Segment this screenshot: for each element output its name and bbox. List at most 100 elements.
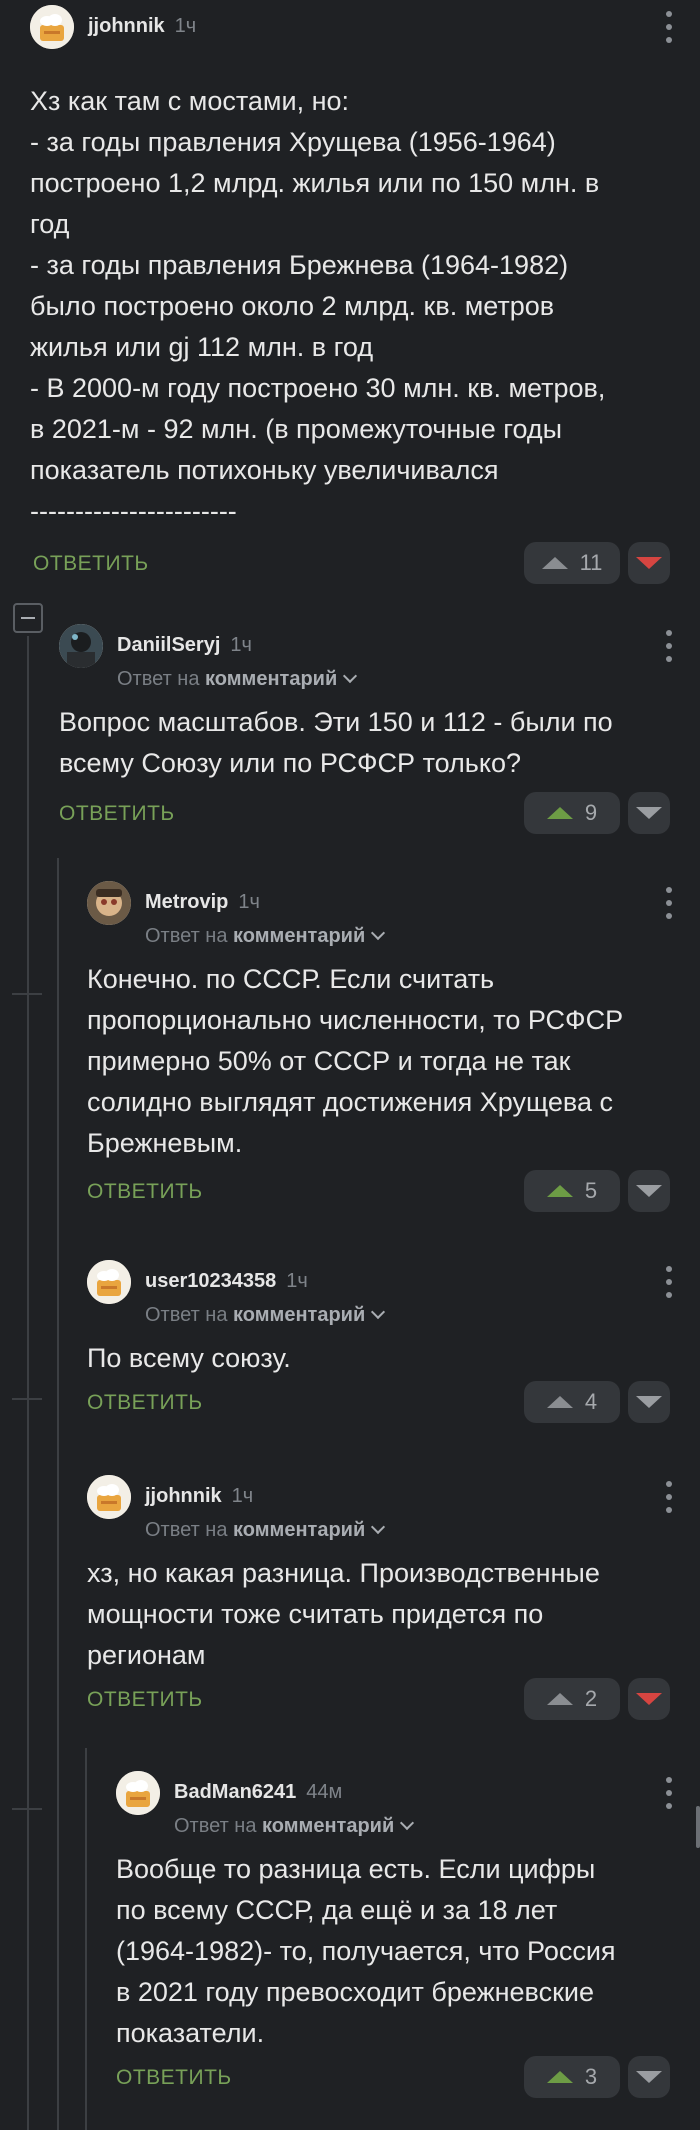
score: 3 xyxy=(584,2064,598,2089)
downvote-button[interactable] xyxy=(628,1678,670,1720)
reply-button[interactable]: ОТВЕТИТЬ xyxy=(87,1688,203,1712)
comment-actions: ОТВЕТИТЬ 2 xyxy=(87,1678,700,1722)
chevron-down-icon xyxy=(371,1519,386,1535)
reply-button[interactable]: ОТВЕТИТЬ xyxy=(87,1180,203,1204)
downvote-button[interactable] xyxy=(628,1170,670,1212)
username[interactable]: BadMan6241 44м xyxy=(174,1781,342,1804)
comment-text: Конечно. по СССР. Если считать пропорцио… xyxy=(87,964,624,1158)
comment-time: 1ч xyxy=(174,15,197,37)
upvote-button[interactable]: 11 xyxy=(524,542,620,584)
score: 11 xyxy=(579,550,603,575)
upvote-button[interactable]: 4 xyxy=(524,1381,620,1423)
username[interactable]: jjohnnik 1ч xyxy=(145,1485,253,1508)
comment-text: По всему союзу. xyxy=(87,1343,291,1373)
avatar[interactable] xyxy=(87,881,131,925)
avatar[interactable] xyxy=(87,1475,131,1519)
thread-line xyxy=(27,636,29,2130)
upvote-button[interactable]: 3 xyxy=(524,2056,620,2098)
downvote-icon xyxy=(636,807,662,819)
vote-controls: 4 xyxy=(524,1381,670,1425)
comment-text: хз, но какая разница. Производственные м… xyxy=(87,1558,600,1670)
comment-text: Вообще то разница есть. Если цифры по вс… xyxy=(116,1854,616,2048)
collapse-thread-button[interactable] xyxy=(13,603,43,633)
username[interactable]: user10234358 1ч xyxy=(145,1270,308,1293)
reply-to[interactable]: Ответ на комментарий xyxy=(145,1304,386,1327)
upvote-icon xyxy=(546,807,573,819)
comment-actions: ОТВЕТИТЬ 9 xyxy=(59,792,700,836)
upvote-button[interactable]: 2 xyxy=(524,1678,620,1720)
reply-to[interactable]: Ответ на комментарий xyxy=(145,925,386,948)
reply-button[interactable]: ОТВЕТИТЬ xyxy=(87,1391,203,1415)
comment-actions: ОТВЕТИТЬ 3 xyxy=(116,2056,700,2100)
more-options-icon[interactable] xyxy=(664,887,674,919)
comment-header: jjohnnik 1ч xyxy=(30,5,700,61)
downvote-button[interactable] xyxy=(628,542,670,584)
avatar[interactable] xyxy=(30,5,74,49)
downvote-icon xyxy=(636,2071,662,2083)
downvote-icon xyxy=(636,557,662,569)
comment: Metrovip 1ч Ответ на комментарий Конечно.… xyxy=(87,881,700,1214)
upvote-button[interactable]: 9 xyxy=(524,792,620,834)
comment: jjohnnik 1ч Ответ на комментарий хз, но к… xyxy=(87,1475,700,1722)
score: 9 xyxy=(584,800,598,825)
score: 2 xyxy=(584,1686,598,1711)
score: 4 xyxy=(584,1389,598,1414)
more-options-icon[interactable] xyxy=(664,1266,674,1298)
comment: user10234358 1ч Ответ на комментарий По в… xyxy=(87,1260,700,1425)
downvote-icon xyxy=(636,1693,662,1705)
comment-header: DaniilSeryj 1ч Ответ на комментарий xyxy=(59,624,700,690)
thread-tick xyxy=(12,1808,42,1810)
chevron-down-icon xyxy=(371,1304,386,1320)
reply-button[interactable]: ОТВЕТИТЬ xyxy=(116,2066,232,2090)
thread-line xyxy=(85,1748,87,2130)
comment-time: 1ч xyxy=(230,634,252,656)
downvote-icon xyxy=(636,1185,662,1197)
reply-button[interactable]: ОТВЕТИТЬ xyxy=(59,802,175,826)
more-options-icon[interactable] xyxy=(664,1777,674,1809)
more-options-icon[interactable] xyxy=(664,11,674,43)
chevron-down-icon xyxy=(400,1815,415,1831)
comment: DaniilSeryj 1ч Ответ на комментарий Вопро… xyxy=(59,624,700,836)
comment-text: Вопрос масштабов. Эти 150 и 112 - были п… xyxy=(59,707,613,778)
comment: jjohnnik 1ч Хз как там с мостами, но: - з… xyxy=(30,5,700,586)
comment-actions: ОТВЕТИТЬ 5 xyxy=(87,1170,700,1214)
thread-tick xyxy=(12,993,42,995)
downvote-button[interactable] xyxy=(628,792,670,834)
vote-controls: 11 xyxy=(524,542,670,586)
vote-controls: 3 xyxy=(524,2056,670,2100)
avatar[interactable] xyxy=(116,1771,160,1815)
upvote-icon xyxy=(541,557,568,569)
chevron-down-icon xyxy=(371,925,386,941)
comment-header: user10234358 1ч Ответ на комментарий xyxy=(87,1260,700,1326)
downvote-button[interactable] xyxy=(628,2056,670,2098)
comment-time: 1ч xyxy=(286,1270,308,1292)
comment-actions: ОТВЕТИТЬ 4 xyxy=(87,1381,700,1425)
reply-to[interactable]: Ответ на комментарий xyxy=(174,1815,415,1838)
downvote-icon xyxy=(636,1396,662,1408)
downvote-button[interactable] xyxy=(628,1381,670,1423)
comment-text: Хз как там с мостами, но: - за годы прав… xyxy=(30,86,606,526)
vote-controls: 5 xyxy=(524,1170,670,1214)
upvote-button[interactable]: 5 xyxy=(524,1170,620,1212)
upvote-icon xyxy=(546,1185,573,1197)
comment-header: BadMan6241 44м Ответ на комментарий xyxy=(116,1771,700,1837)
comment-actions: ОТВЕТИТЬ 11 xyxy=(30,542,700,586)
more-options-icon[interactable] xyxy=(664,630,674,662)
username[interactable]: Metrovip 1ч xyxy=(145,891,260,914)
chevron-down-icon xyxy=(343,668,358,684)
more-options-icon[interactable] xyxy=(664,1481,674,1513)
avatar[interactable] xyxy=(59,624,103,668)
reply-button[interactable]: ОТВЕТИТЬ xyxy=(33,552,149,576)
username[interactable]: jjohnnik 1ч xyxy=(88,15,196,38)
reply-to[interactable]: Ответ на комментарий xyxy=(117,668,358,691)
username[interactable]: DaniilSeryj 1ч xyxy=(117,634,252,657)
score: 5 xyxy=(584,1178,598,1203)
avatar[interactable] xyxy=(87,1260,131,1304)
thread-line xyxy=(57,858,59,2130)
comment-time: 1ч xyxy=(238,891,260,913)
comment-header: jjohnnik 1ч Ответ на комментарий xyxy=(87,1475,700,1541)
upvote-icon xyxy=(546,1396,573,1408)
comment-time: 1ч xyxy=(231,1485,254,1507)
comment: BadMan6241 44м Ответ на комментарий Вообщ… xyxy=(116,1771,700,2100)
reply-to[interactable]: Ответ на комментарий xyxy=(145,1519,386,1542)
